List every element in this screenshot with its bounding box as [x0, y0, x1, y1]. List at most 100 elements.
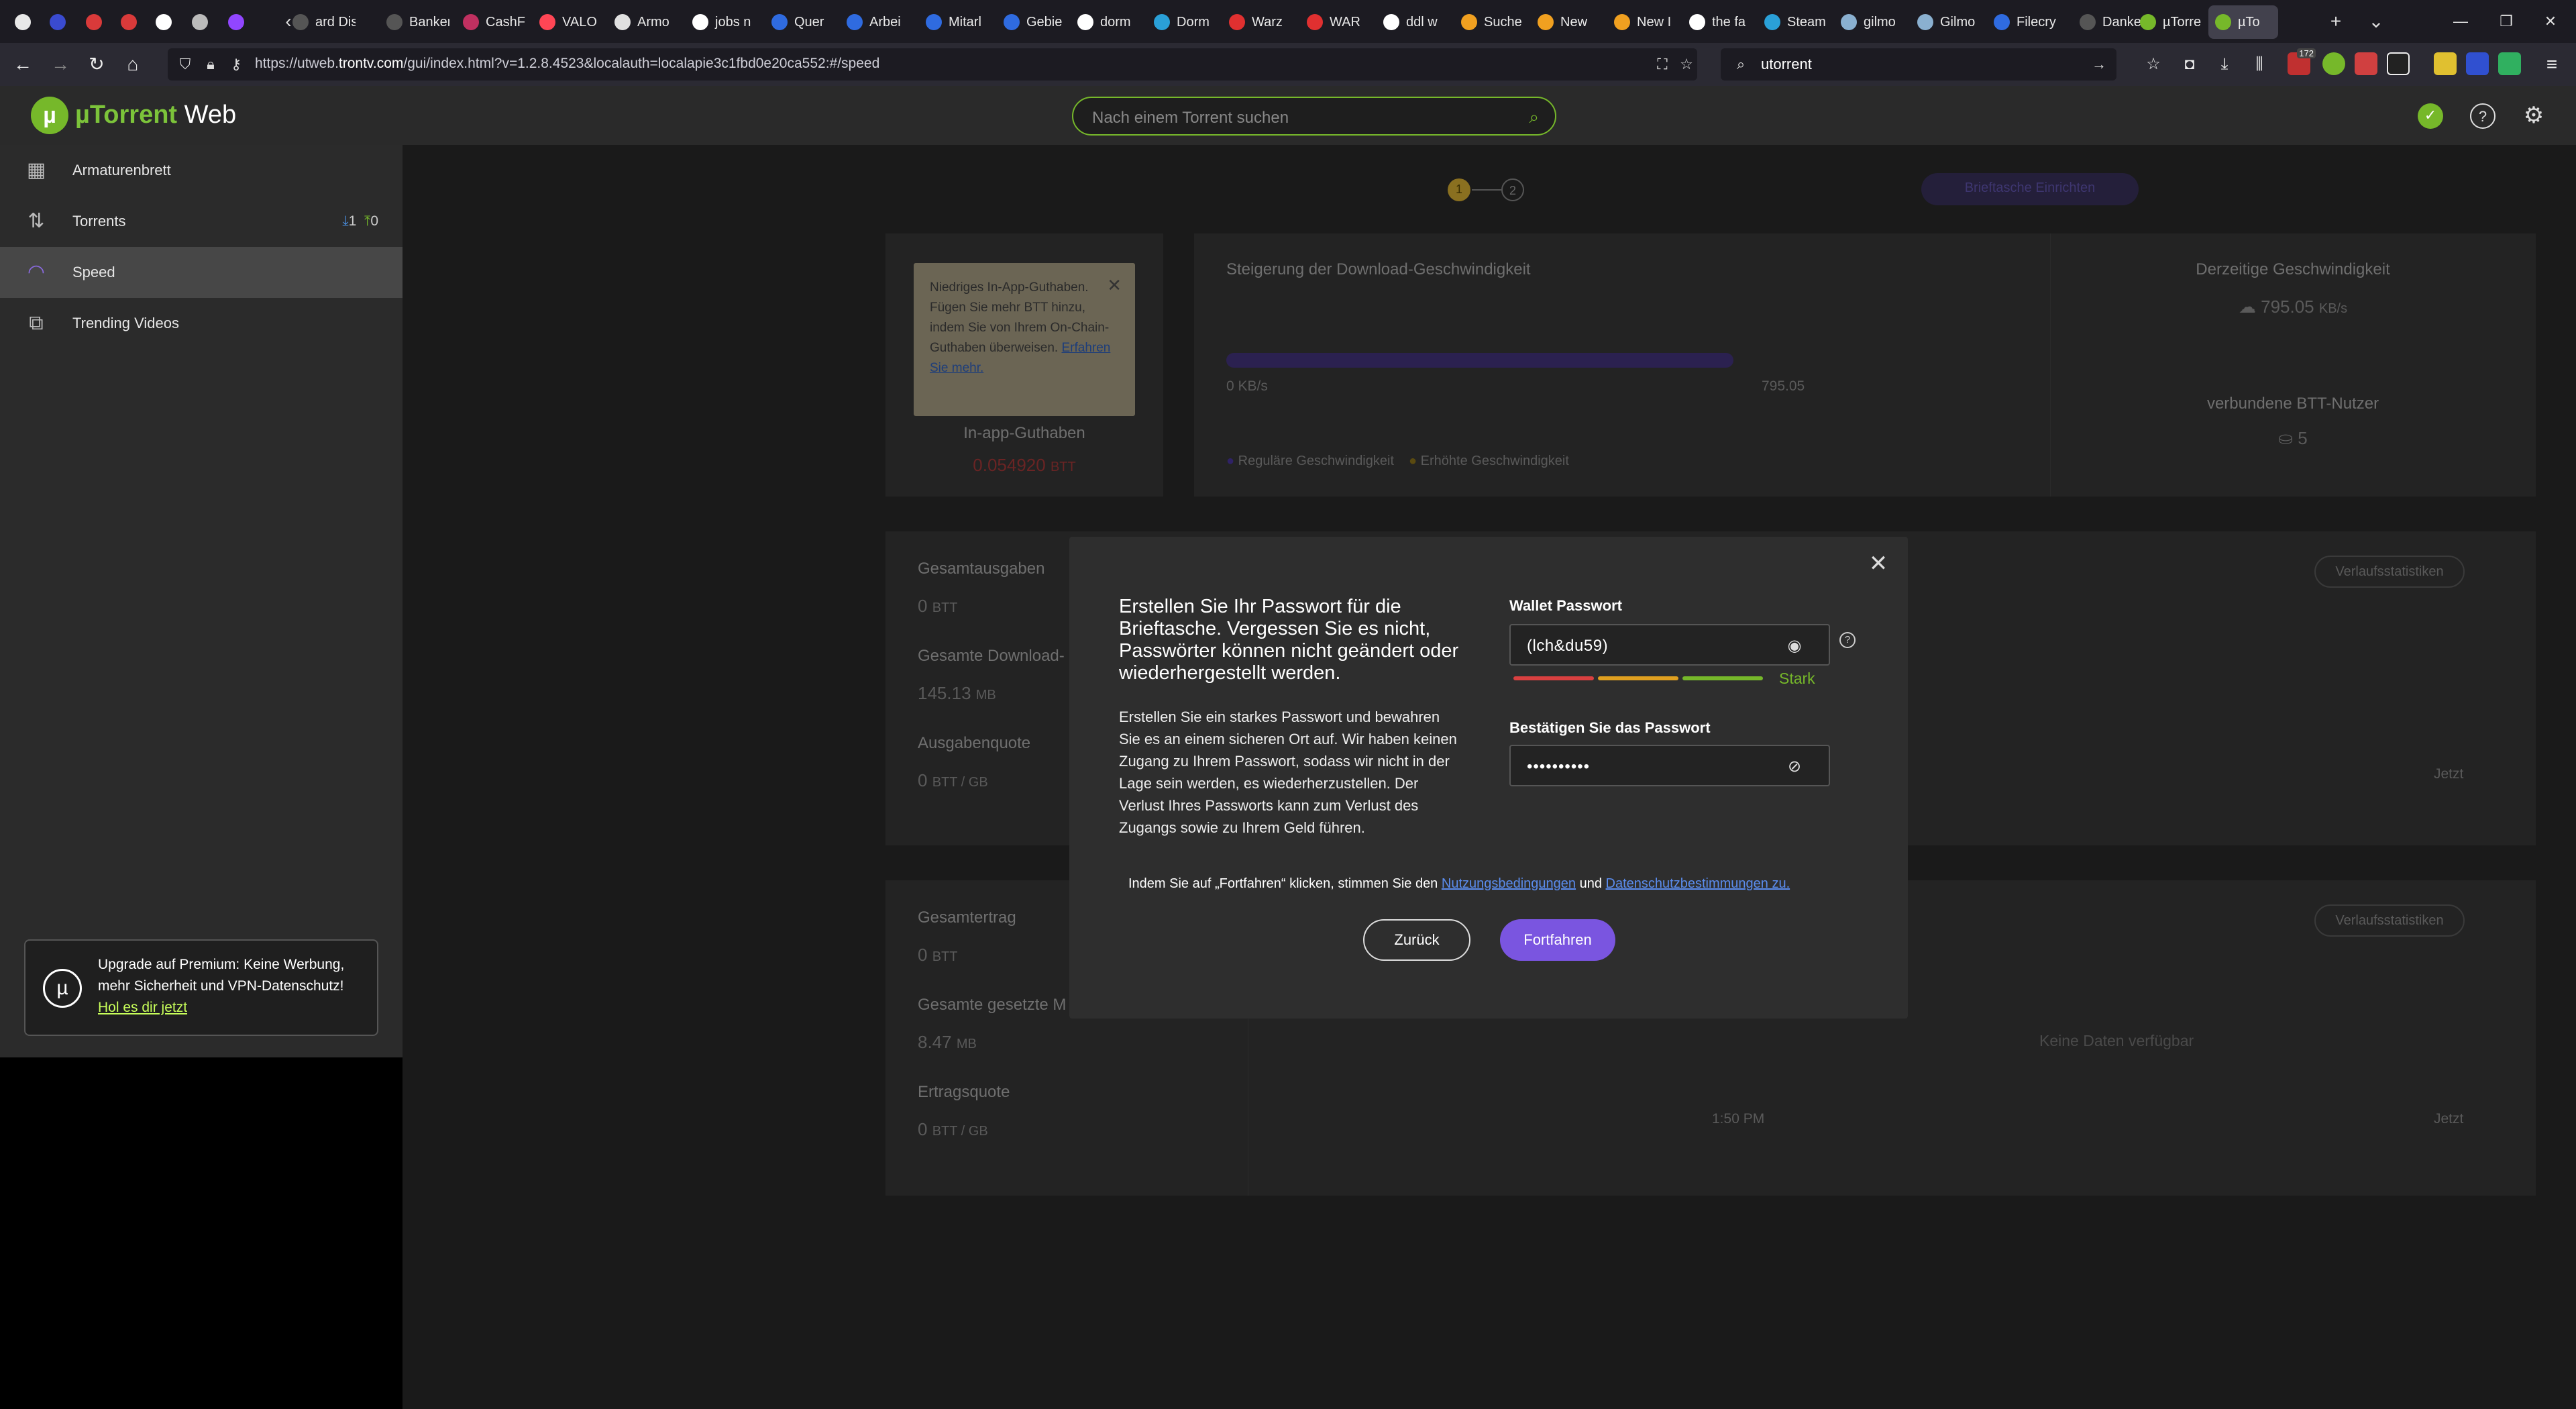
dialog-body: Erstellen Sie ein starkes Passwort und b… — [1119, 709, 1457, 836]
extension-icon[interactable] — [2498, 52, 2521, 75]
torrent-counts: ⤓1 ⤒0 — [342, 213, 378, 229]
downloads-icon[interactable]: ⤓ — [2211, 51, 2238, 78]
sidebar-item-torrents[interactable]: ⇅ Torrents ⤓1 ⤒0 — [0, 196, 402, 247]
extension-icon[interactable] — [2387, 52, 2410, 75]
browser-tab[interactable]: jobs n — [686, 5, 755, 39]
browser-tab[interactable] — [114, 5, 141, 39]
browser-tab[interactable]: ard Disk — [286, 5, 356, 39]
status-check-icon[interactable]: ✓ — [2418, 103, 2443, 129]
torrent-search-input[interactable]: Nach einem Torrent suchen ⌕ — [1072, 97, 1556, 136]
browser-tab[interactable]: Arbei — [840, 5, 910, 39]
extension-icon[interactable] — [2466, 52, 2489, 75]
browser-tab[interactable] — [43, 5, 70, 39]
minimize-button[interactable]: — — [2447, 8, 2474, 35]
utorrent-extension-icon[interactable] — [2322, 52, 2345, 75]
library-icon[interactable]: ⫼ — [2246, 51, 2273, 78]
browser-tab[interactable]: Danke — [2073, 5, 2143, 39]
shield-icon[interactable]: ⛉ — [176, 55, 195, 74]
bookmark-star-icon[interactable]: ☆ — [1677, 55, 1696, 74]
url-text[interactable]: https://utweb.trontv.com/gui/index.html?… — [255, 56, 879, 72]
browser-tab[interactable]: Filecry — [1987, 5, 2057, 39]
browser-tab[interactable] — [221, 5, 248, 39]
browser-tab[interactable]: New — [1531, 5, 1601, 39]
extension-icon[interactable] — [2434, 52, 2457, 75]
search-go-icon[interactable]: → — [2090, 55, 2108, 74]
help-icon[interactable]: ? — [1839, 632, 1856, 648]
spend-rate-value: 0 BTT / GB — [918, 770, 988, 790]
wallet-password-value[interactable]: (lch&du59) — [1527, 637, 1608, 656]
search-icon[interactable]: ⌕ — [1529, 107, 1539, 128]
confirm-password-field[interactable]: •••••••••• ⊘ — [1509, 745, 1830, 786]
browser-tab[interactable]: New I — [1607, 5, 1677, 39]
browser-tab[interactable]: Mitarl — [919, 5, 989, 39]
tab-favicon-icon — [1461, 14, 1477, 30]
browser-tab[interactable]: CashF — [456, 5, 526, 39]
browser-tab[interactable]: Dorm — [1147, 5, 1217, 39]
browser-tab[interactable]: Gebie — [997, 5, 1067, 39]
tab-favicon-icon — [692, 14, 708, 30]
translate-icon[interactable]: ⛶ — [1653, 55, 1672, 74]
back-button[interactable]: Zurück — [1363, 919, 1470, 961]
back-arrow-icon[interactable]: ← — [9, 51, 36, 78]
step-2: 2 — [1501, 178, 1524, 201]
settings-gear-icon[interactable]: ⚙ — [2521, 103, 2546, 129]
url-bar[interactable]: ⛉ 🔒︎ ⚷ https://utweb.trontv.com/gui/inde… — [168, 48, 1697, 81]
browser-tab[interactable]: Suche — [1454, 5, 1524, 39]
earn-now-label: Jetzt — [2434, 1111, 2464, 1127]
browser-tab[interactable]: Banken in — [380, 5, 449, 39]
tab-favicon-icon — [1229, 14, 1245, 30]
wallet-password-field[interactable]: (lch&du59) ◉ — [1509, 624, 1830, 666]
browser-tab[interactable]: µTorre — [2133, 5, 2203, 39]
browser-tab[interactable] — [185, 5, 212, 39]
terms-of-use-link[interactable]: Nutzungsbedingungen — [1442, 876, 1576, 891]
browser-tab[interactable]: Warz — [1222, 5, 1292, 39]
scroll-tabs-left-icon[interactable]: ‹ — [282, 8, 295, 35]
earn-rate-value: 0 BTT / GB — [918, 1119, 988, 1139]
reload-icon[interactable]: ↻ — [83, 51, 110, 78]
new-tab-button[interactable]: + — [2322, 8, 2349, 35]
browser-tab[interactable]: Gilmo — [1911, 5, 1980, 39]
bookmarks-icon[interactable]: ☆ — [2140, 51, 2167, 78]
browser-search-bar[interactable]: ⌕ utorrent → — [1721, 48, 2116, 81]
privacy-policy-link[interactable]: Datenschutzbestimmungen zu. — [1606, 876, 1790, 891]
extension-icon[interactable] — [2355, 52, 2377, 75]
tab-active[interactable]: µTo — [2208, 5, 2278, 39]
premium-link[interactable]: Hol es dir jetzt — [98, 1000, 187, 1015]
forward-arrow-icon[interactable]: → — [47, 51, 74, 78]
close-icon[interactable]: ✕ — [1865, 550, 1892, 577]
lock-icon[interactable]: 🔒︎ — [201, 55, 220, 74]
confirm-password-value[interactable]: •••••••••• — [1527, 758, 1590, 776]
maximize-button[interactable]: ❐ — [2493, 8, 2520, 35]
browser-tab[interactable]: WAR — [1300, 5, 1370, 39]
earn-history-button[interactable]: Verlaufsstatistiken — [2314, 904, 2465, 937]
addon-badge-icon[interactable]: 172 — [2288, 48, 2316, 75]
browser-search-value[interactable]: utorrent — [1761, 56, 1812, 73]
show-password-eye-icon[interactable]: ◉ — [1783, 635, 1806, 658]
close-window-button[interactable]: ✕ — [2537, 8, 2564, 35]
browser-tab[interactable] — [149, 5, 176, 39]
help-icon[interactable]: ? — [2470, 103, 2496, 129]
browser-tab[interactable] — [79, 5, 106, 39]
browser-tab[interactable]: Armo — [608, 5, 678, 39]
browser-tab[interactable]: gilmo — [1834, 5, 1904, 39]
pocket-icon[interactable]: ◘ — [2176, 51, 2203, 78]
setup-wallet-button[interactable]: Brieftasche Einrichten — [1921, 173, 2139, 205]
tab-list-button[interactable]: ⌄ — [2363, 8, 2390, 35]
hide-password-eye-icon[interactable]: ⊘ — [1783, 755, 1806, 778]
browser-tab[interactable] — [8, 5, 35, 39]
browser-tab[interactable]: VALO — [533, 5, 602, 39]
permissions-icon[interactable]: ⚷ — [227, 55, 246, 74]
browser-tab[interactable]: Quer — [765, 5, 835, 39]
utorrent-logo-icon[interactable]: µ — [31, 97, 68, 134]
sidebar-item-dashboard[interactable]: ▦ Armaturenbrett — [0, 145, 402, 196]
browser-tab[interactable]: ddl w — [1377, 5, 1446, 39]
spend-history-button[interactable]: Verlaufsstatistiken — [2314, 556, 2465, 588]
browser-tab[interactable]: Steam — [1758, 5, 1827, 39]
menu-icon[interactable]: ≡ — [2538, 51, 2565, 78]
sidebar-item-speed[interactable]: ◠ Speed — [0, 247, 402, 298]
home-icon[interactable]: ⌂ — [119, 51, 146, 78]
browser-tab[interactable]: dorm — [1071, 5, 1140, 39]
continue-button[interactable]: Fortfahren — [1500, 919, 1615, 961]
browser-tab[interactable]: the fa — [1682, 5, 1752, 39]
sidebar-item-trending-videos[interactable]: ⧉ Trending Videos — [0, 298, 402, 349]
